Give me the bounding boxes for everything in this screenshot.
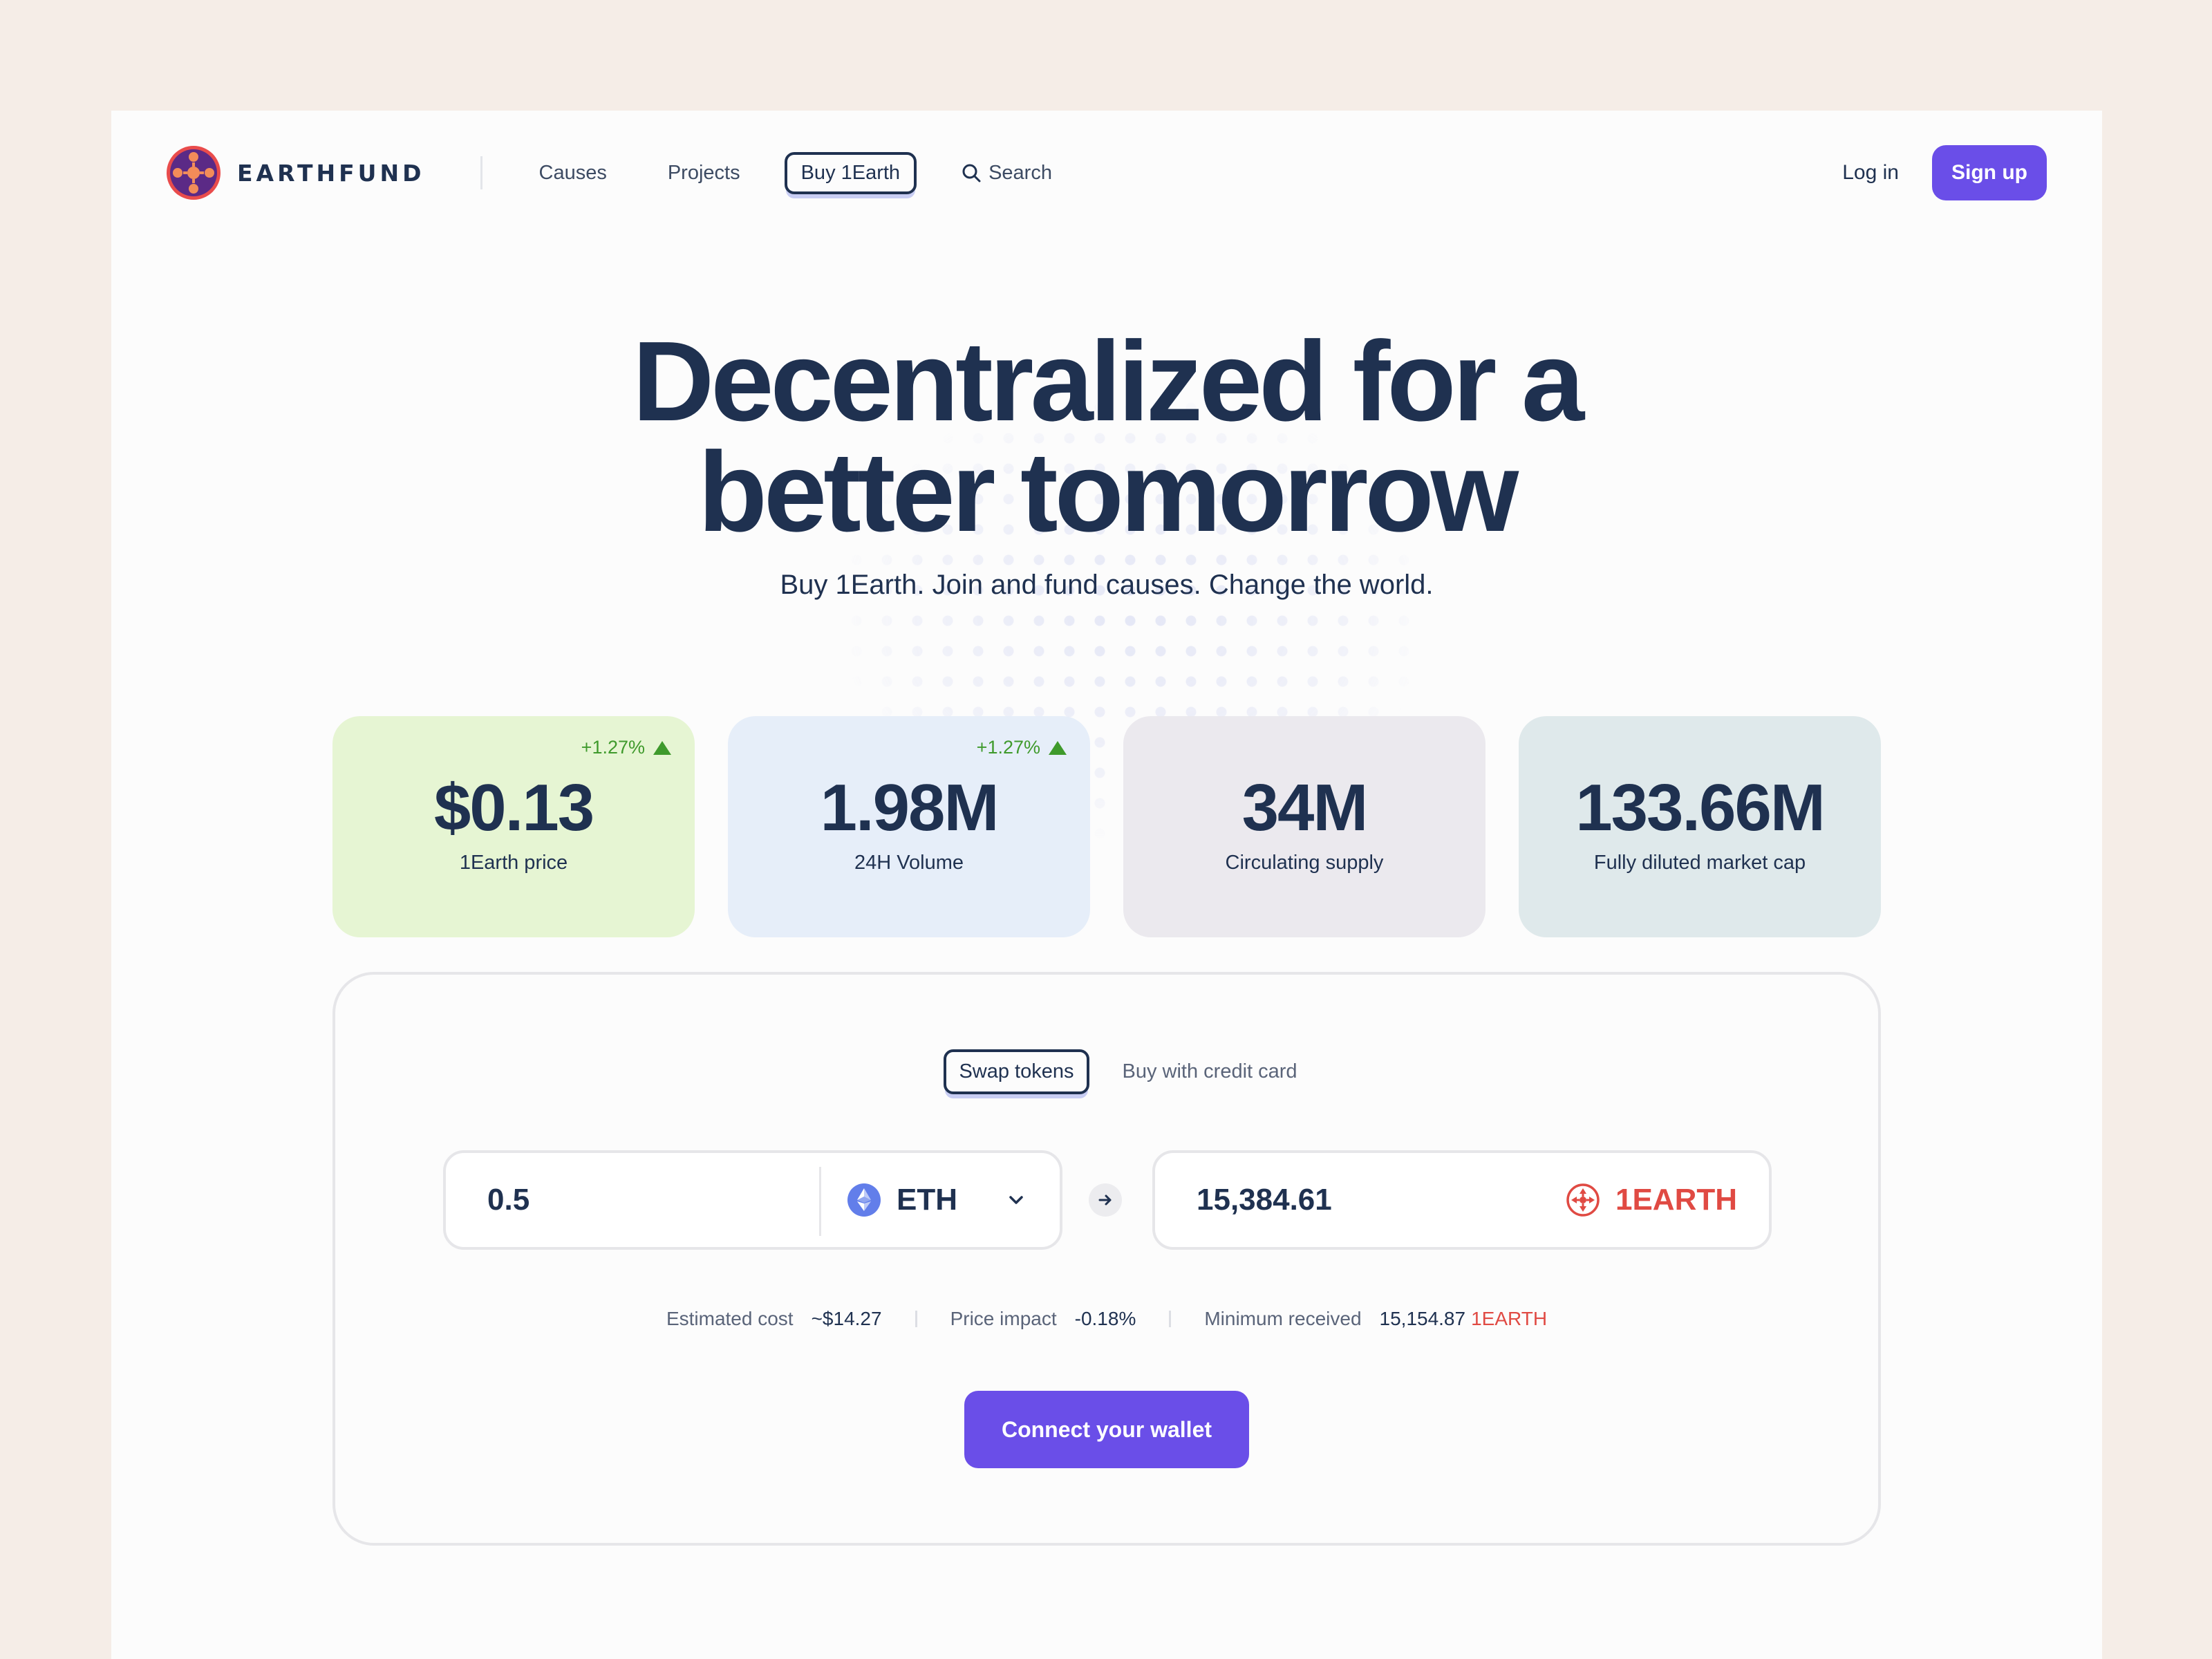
stat-card-price: +1.27% $0.13 1Earth price xyxy=(332,716,695,937)
details-divider xyxy=(1169,1311,1172,1327)
chevron-down-icon xyxy=(1009,1196,1023,1204)
page: EARTHFUND Causes Projects Buy 1Earth Sea… xyxy=(111,111,2102,1659)
hero-subtitle: Buy 1Earth. Join and fund causes. Change… xyxy=(780,570,1434,600)
to-amount-value[interactable]: 15,384.61 xyxy=(1155,1183,1332,1217)
hero-title: Decentralized for a better tomorrow xyxy=(111,318,2102,555)
price-change-value: +1.27% xyxy=(581,737,645,758)
from-field: 0.5 ETH xyxy=(443,1150,1062,1250)
earthfund-logo-icon xyxy=(167,146,221,200)
stat-card-market-cap: 133.66M Fully diluted market cap xyxy=(1519,716,1881,937)
stat-label: Fully diluted market cap xyxy=(1593,852,1806,874)
search-icon xyxy=(962,164,981,182)
arrow-right-icon xyxy=(1098,1194,1112,1206)
stat-label: 1Earth price xyxy=(459,852,568,874)
eth-icon xyxy=(847,1183,881,1217)
stat-value: 133.66M xyxy=(1575,771,1826,845)
hero-title-line-1: Decentralized for a xyxy=(632,318,1584,444)
nav-link-causes[interactable]: Causes xyxy=(539,162,607,185)
volume-change-value: +1.27% xyxy=(976,737,1040,758)
nav-divider xyxy=(480,156,482,189)
stat-card-volume: +1.27% 1.98M 24H Volume xyxy=(728,716,1090,937)
1earth-token-icon xyxy=(1566,1183,1600,1217)
field-divider xyxy=(819,1167,821,1236)
from-token-select[interactable]: ETH xyxy=(847,1153,1028,1247)
to-field: 15,384.61 1EARTH xyxy=(1152,1150,1772,1250)
search-label: Search xyxy=(988,161,1052,184)
signup-button[interactable]: Sign up xyxy=(1932,145,2047,200)
stat-card-supply: 34M Circulating supply xyxy=(1123,716,1485,937)
swap-card: Swap tokens Buy with credit card 0.5 ETH xyxy=(332,972,1881,1546)
connect-wallet-button[interactable]: Connect your wallet xyxy=(964,1391,1249,1468)
up-arrow-icon xyxy=(653,740,671,755)
nav-link-projects[interactable]: Projects xyxy=(668,162,740,185)
brand-name: EARTHFUND xyxy=(237,159,425,187)
up-arrow-icon xyxy=(1049,740,1067,755)
stats-row: +1.27% $0.13 1Earth price +1.27% 1.98M 2… xyxy=(332,716,1881,937)
swap-tabs: Swap tokens Buy with credit card xyxy=(335,1049,1878,1094)
swap-details: Estimated cost ~$14.27 Price impact -0.1… xyxy=(335,1308,1878,1330)
estimated-cost-label: Estimated cost xyxy=(666,1308,794,1329)
details-divider xyxy=(915,1311,917,1327)
tab-buy-credit-card[interactable]: Buy with credit card xyxy=(1123,1060,1297,1083)
min-received-token: 1EARTH xyxy=(1471,1308,1548,1329)
to-token-name: 1EARTH xyxy=(1615,1183,1737,1217)
from-token-name: ETH xyxy=(897,1183,957,1217)
volume-change: +1.27% xyxy=(977,737,1067,758)
tab-swap-tokens[interactable]: Swap tokens xyxy=(944,1049,1089,1094)
to-token: 1EARTH xyxy=(1566,1153,1737,1247)
price-change: +1.27% xyxy=(581,737,671,758)
nav-link-buy-1earth[interactable]: Buy 1Earth xyxy=(784,151,917,194)
hero-title-line-2: better tomorrow xyxy=(697,429,1519,555)
stat-value: 1.98M xyxy=(820,771,1000,845)
stat-label: 24H Volume xyxy=(854,852,964,874)
swap-arrow-icon[interactable] xyxy=(1089,1183,1122,1217)
logo[interactable]: EARTHFUND xyxy=(165,144,425,201)
price-impact-value: -0.18% xyxy=(1074,1308,1136,1329)
login-link[interactable]: Log in xyxy=(1842,161,1899,185)
min-received-label: Minimum received xyxy=(1204,1308,1362,1329)
from-amount-input[interactable]: 0.5 xyxy=(446,1183,529,1217)
stat-value: $0.13 xyxy=(433,771,594,845)
stat-value: 34M xyxy=(1241,771,1369,845)
nav-search[interactable]: Search xyxy=(961,162,1052,185)
estimated-cost-value: ~$14.27 xyxy=(811,1308,882,1329)
top-nav: EARTHFUND Causes Projects Buy 1Earth Sea… xyxy=(165,144,2047,202)
min-received-value: 15,154.87 xyxy=(1379,1308,1466,1329)
stat-label: Circulating supply xyxy=(1225,852,1384,874)
price-impact-label: Price impact xyxy=(950,1308,1057,1329)
